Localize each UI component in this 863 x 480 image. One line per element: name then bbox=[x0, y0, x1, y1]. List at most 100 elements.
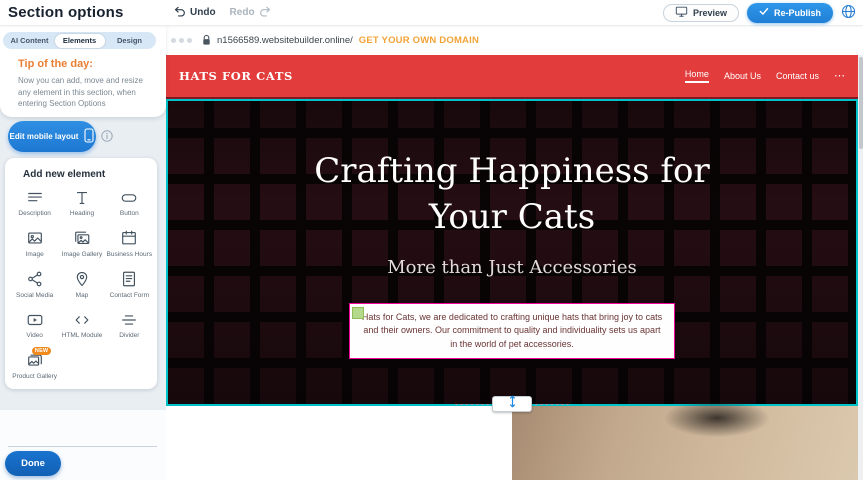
map-icon bbox=[73, 270, 91, 289]
site-nav: Home About Us Contact us ⋯ bbox=[685, 69, 845, 83]
sand-photo bbox=[512, 406, 858, 480]
lock-icon bbox=[201, 34, 212, 46]
hero-heading[interactable]: Crafting Happiness for Your Cats bbox=[292, 101, 732, 241]
edit-mobile-layout-button[interactable]: Edit mobile layout bbox=[8, 121, 96, 152]
add-element-image[interactable]: Image bbox=[11, 229, 58, 260]
sidebar-tabs: AI Content Elements Design bbox=[3, 32, 156, 49]
add-element-button[interactable]: Button bbox=[106, 188, 153, 219]
add-element-heading[interactable]: Heading bbox=[58, 188, 105, 219]
check-icon bbox=[759, 7, 769, 18]
sidebar: AI Content Elements Design Tip of the da… bbox=[0, 25, 166, 480]
republish-button[interactable]: Re-Publish bbox=[747, 3, 833, 23]
new-badge: NEW bbox=[32, 347, 51, 355]
scrollbar-track[interactable] bbox=[858, 55, 863, 480]
element-grid: Description Heading Button Image bbox=[5, 181, 157, 382]
get-domain-link[interactable]: GET YOUR OWN DOMAIN bbox=[359, 35, 479, 46]
element-label: Divider bbox=[119, 332, 139, 341]
history-controls: Undo Redo bbox=[172, 0, 273, 25]
hero-body-text: Hats for Cats, we are dedicated to craft… bbox=[362, 312, 662, 349]
tab-design[interactable]: Design bbox=[105, 34, 155, 48]
redo-button[interactable]: Redo bbox=[230, 4, 273, 21]
add-element-divider[interactable]: Divider bbox=[106, 310, 153, 341]
globe-icon bbox=[841, 4, 856, 22]
element-drag-handle[interactable] bbox=[352, 307, 364, 319]
tip-title: Tip of the day: bbox=[18, 58, 154, 70]
hero-section-selected[interactable]: Crafting Happiness for Your Cats More th… bbox=[166, 99, 858, 406]
tip-of-the-day: Tip of the day: Now you can add, move an… bbox=[0, 49, 166, 110]
monitor-icon bbox=[675, 5, 688, 20]
undo-label: Undo bbox=[190, 7, 216, 18]
image-gallery-icon bbox=[73, 229, 91, 248]
browser-dot bbox=[171, 38, 176, 43]
add-element-html-module[interactable]: HTML Module bbox=[58, 310, 105, 341]
tab-ai-content[interactable]: AI Content bbox=[5, 34, 55, 48]
nav-about-us[interactable]: About Us bbox=[724, 71, 761, 81]
next-section[interactable] bbox=[166, 406, 858, 480]
scrollbar-thumb[interactable] bbox=[859, 57, 863, 149]
page-title: Section options bbox=[8, 4, 124, 21]
site-preview: HATS FOR CATS Home About Us Contact us ⋯… bbox=[166, 55, 858, 480]
element-label: Business Hours bbox=[107, 251, 153, 260]
video-icon bbox=[26, 310, 44, 329]
undo-icon bbox=[172, 4, 186, 21]
section-resize-handle[interactable] bbox=[492, 396, 532, 412]
social-media-icon bbox=[26, 270, 44, 289]
site-header: HATS FOR CATS Home About Us Contact us ⋯ bbox=[166, 55, 858, 97]
preview-button[interactable]: Preview bbox=[663, 4, 739, 22]
button-icon bbox=[120, 188, 138, 207]
element-label: HTML Module bbox=[62, 332, 103, 341]
phone-icon bbox=[84, 128, 94, 145]
browser-dot bbox=[187, 38, 192, 43]
element-label: Image bbox=[26, 251, 44, 260]
site-logo[interactable]: HATS FOR CATS bbox=[179, 69, 293, 83]
divider-icon bbox=[120, 310, 138, 329]
sidebar-bottom-panel: Done bbox=[0, 410, 166, 480]
add-element-map[interactable]: Map bbox=[58, 270, 105, 301]
app-topbar: Section options Undo Redo Preview Re-P bbox=[0, 0, 863, 25]
add-element-image-gallery[interactable]: Image Gallery bbox=[58, 229, 105, 260]
info-icon[interactable] bbox=[101, 130, 113, 142]
redo-label: Redo bbox=[230, 7, 255, 18]
image-icon bbox=[26, 229, 44, 248]
add-element-contact-form[interactable]: Contact Form bbox=[106, 270, 153, 301]
html-module-icon bbox=[73, 310, 91, 329]
element-label: Social Media bbox=[16, 292, 53, 301]
preview-label: Preview bbox=[693, 8, 727, 18]
element-label: Image Gallery bbox=[62, 251, 102, 260]
add-element-business-hours[interactable]: Business Hours bbox=[106, 229, 153, 260]
tab-elements[interactable]: Elements bbox=[55, 34, 105, 48]
divider bbox=[8, 446, 157, 447]
browser-dots bbox=[171, 38, 192, 43]
contact-form-icon bbox=[120, 270, 138, 289]
add-element-social-media[interactable]: Social Media bbox=[11, 270, 58, 301]
heading-icon bbox=[73, 188, 91, 207]
add-element-video[interactable]: Video bbox=[11, 310, 58, 341]
element-label: Heading bbox=[70, 210, 94, 219]
republish-label: Re-Publish bbox=[774, 8, 821, 18]
hero-textbox-selected[interactable]: Hats for Cats, we are dedicated to craft… bbox=[349, 303, 675, 360]
topbar-actions: Preview Re-Publish bbox=[663, 3, 863, 23]
hero-subheading[interactable]: More than Just Accessories bbox=[168, 257, 856, 278]
browser-dot bbox=[179, 38, 184, 43]
description-icon bbox=[26, 188, 44, 207]
done-button[interactable]: Done bbox=[5, 451, 61, 476]
sidebar-top-panel: AI Content Elements Design Tip of the da… bbox=[0, 25, 166, 117]
nav-home[interactable]: Home bbox=[685, 69, 709, 83]
add-element-description[interactable]: Description bbox=[11, 188, 58, 219]
element-label: Contact Form bbox=[110, 292, 149, 301]
add-element-product-gallery[interactable]: NEW Product Gallery bbox=[11, 351, 58, 382]
element-label: Description bbox=[18, 210, 51, 219]
business-hours-icon bbox=[120, 229, 138, 248]
nav-contact-us[interactable]: Contact us bbox=[776, 71, 819, 81]
browser-url-bar: n1566589.websitebuilder.online/ GET YOUR… bbox=[166, 25, 863, 55]
undo-button[interactable]: Undo bbox=[172, 4, 216, 21]
add-new-element-panel: Add new element Description Heading Butt… bbox=[5, 158, 157, 389]
resize-arrows-icon bbox=[508, 395, 517, 413]
language-globe-button[interactable] bbox=[841, 4, 856, 22]
redo-icon bbox=[259, 4, 273, 21]
nav-more-icon[interactable]: ⋯ bbox=[834, 71, 845, 82]
element-label: Map bbox=[76, 292, 89, 301]
add-element-title: Add new element bbox=[5, 158, 157, 181]
site-url: n1566589.websitebuilder.online/ bbox=[217, 35, 353, 46]
edit-mobile-label: Edit mobile layout bbox=[10, 132, 79, 141]
